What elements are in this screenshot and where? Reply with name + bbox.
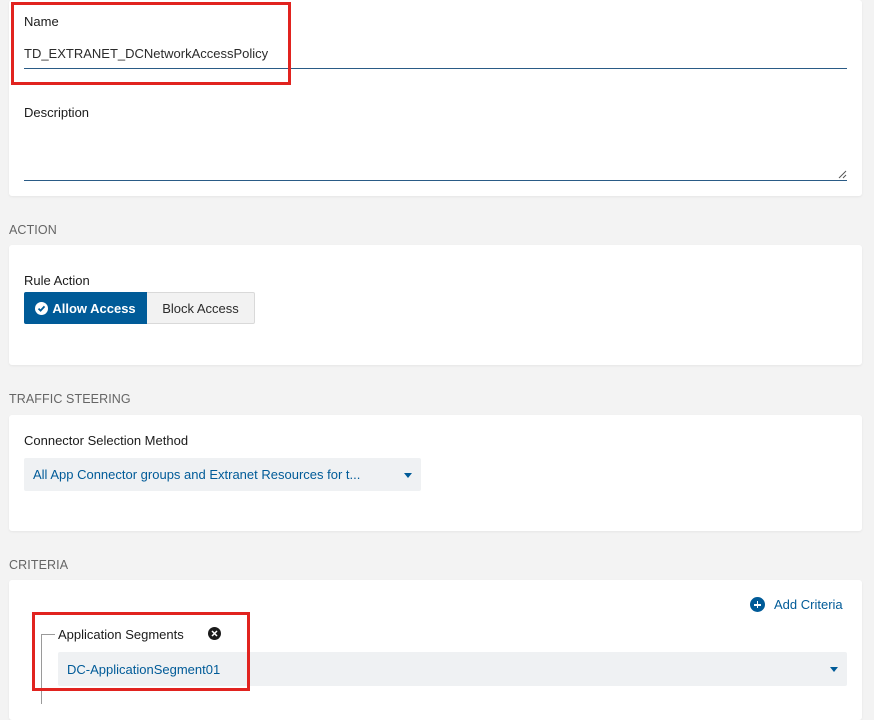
criteria-tree-branch <box>41 634 55 635</box>
close-circle-icon[interactable] <box>208 627 221 640</box>
application-segments-label: Application Segments <box>58 627 184 642</box>
description-label: Description <box>24 105 90 120</box>
caret-down-icon <box>830 667 838 672</box>
block-access-label: Block Access <box>162 300 239 316</box>
resize-grip-icon[interactable] <box>838 170 847 179</box>
criteria-section-title: CRITERIA <box>9 558 69 572</box>
action-section-title: ACTION <box>9 223 57 237</box>
caret-down-icon <box>404 472 412 478</box>
description-textarea[interactable] <box>24 126 847 180</box>
criteria-tree-line <box>41 634 42 704</box>
allow-access-label: Allow Access <box>52 300 136 316</box>
check-circle-icon <box>35 301 49 315</box>
name-input-underline <box>24 68 847 69</box>
plus-circle-icon <box>750 597 765 612</box>
application-segment-value: DC-ApplicationSegment01 <box>67 661 221 677</box>
name-input[interactable]: TD_EXTRANET_DCNetworkAccessPolicy <box>24 46 268 61</box>
name-label: Name <box>24 14 59 29</box>
add-criteria-button[interactable]: Add Criteria <box>750 597 843 612</box>
add-criteria-label: Add Criteria <box>774 597 843 612</box>
allow-access-button[interactable]: Allow Access <box>24 292 147 324</box>
block-access-button[interactable]: Block Access <box>147 292 255 324</box>
connector-selection-dropdown[interactable]: All App Connector groups and Extranet Re… <box>24 458 421 491</box>
description-underline <box>24 180 847 181</box>
application-segment-dropdown[interactable]: DC-ApplicationSegment01 <box>58 652 847 686</box>
connector-selection-label: Connector Selection Method <box>24 433 189 448</box>
criteria-card <box>9 580 862 720</box>
rule-action-label: Rule Action <box>24 273 90 288</box>
traffic-steering-section-title: TRAFFIC STEERING <box>9 392 131 406</box>
connector-selection-value: All App Connector groups and Extranet Re… <box>33 467 361 482</box>
